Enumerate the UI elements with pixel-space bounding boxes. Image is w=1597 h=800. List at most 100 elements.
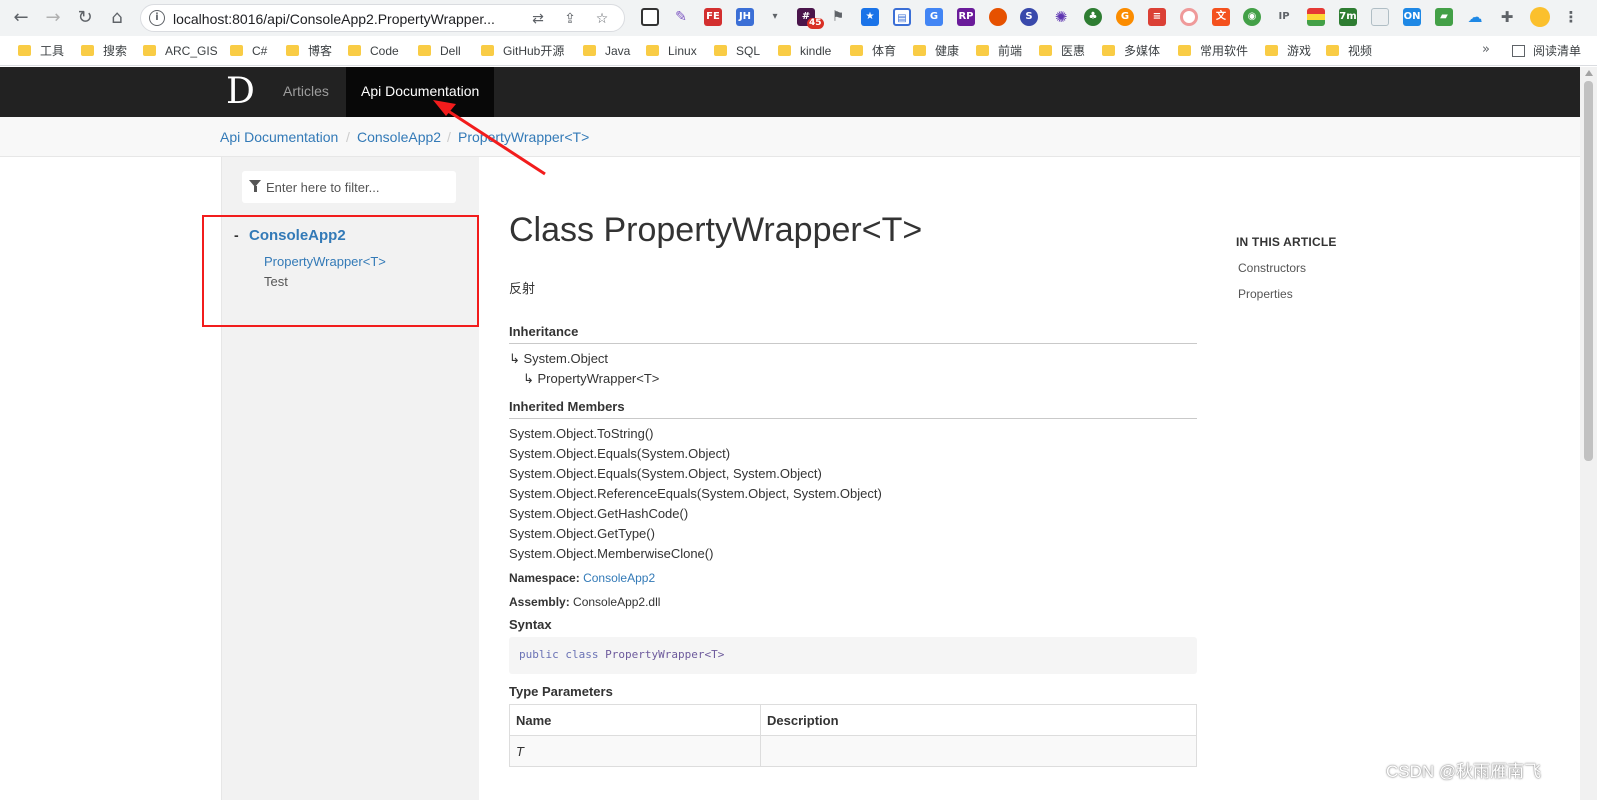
ip-icon[interactable]: IP xyxy=(1275,8,1293,26)
bookmark-folder[interactable]: Dell xyxy=(418,42,461,60)
gear-ext-icon[interactable]: ✺ xyxy=(1052,8,1070,26)
syntax-code-block: public class PropertyWrapper<T> xyxy=(509,637,1197,674)
assembly-label: Assembly: xyxy=(509,595,570,609)
tab-icon[interactable]: ▤ xyxy=(893,8,911,26)
toc-filter-input[interactable] xyxy=(266,171,452,203)
bookmark-folder[interactable]: GitHub开源 xyxy=(481,42,564,60)
bookmark-folder[interactable]: 游戏 xyxy=(1265,42,1311,60)
breadcrumb-api-documentation[interactable]: Api Documentation xyxy=(220,129,338,145)
folder-icon xyxy=(646,45,659,56)
table-header-description: Description xyxy=(760,704,1197,736)
reading-list-button[interactable]: 阅读清单 xyxy=(1512,42,1581,59)
folder-icon xyxy=(850,45,863,56)
breadcrumb-propertywrapper[interactable]: PropertyWrapper<T> xyxy=(458,129,589,145)
puzzle-icon[interactable]: ✚ xyxy=(1498,8,1516,26)
menu-icon[interactable]: ⋮ xyxy=(1562,8,1580,26)
bookmark-folder[interactable]: 多媒体 xyxy=(1102,42,1160,60)
reading-list-icon xyxy=(1512,45,1525,57)
bookmark-folder[interactable]: 工具 xyxy=(18,42,64,60)
scroll-up-icon[interactable] xyxy=(1585,70,1593,76)
s-icon[interactable]: S xyxy=(1020,8,1038,26)
translate-page-icon[interactable]: ⇄ xyxy=(529,10,547,28)
top-navbar: D Articles Api Documentation xyxy=(0,67,1580,117)
folder-icon xyxy=(913,45,926,56)
type-parameters-table: Name Description T xyxy=(509,704,1197,767)
breadcrumb-consoleapp2[interactable]: ConsoleApp2 xyxy=(357,129,441,145)
site-info-icon[interactable]: i xyxy=(149,10,165,26)
bookmark-folder[interactable]: 搜索 xyxy=(81,42,127,60)
quill-icon[interactable]: ✎ xyxy=(672,8,690,26)
inherited-member: System.Object.GetType() xyxy=(509,526,655,541)
breadcrumb-separator: / xyxy=(447,129,451,145)
table-row: T xyxy=(509,735,1197,767)
affix-link-properties[interactable]: Properties xyxy=(1238,287,1293,301)
g-icon[interactable]: G xyxy=(1116,8,1134,26)
bookmark-folder[interactable]: 视频 xyxy=(1326,42,1372,60)
forward-icon[interactable]: → xyxy=(41,6,65,30)
page-scrollbar[interactable] xyxy=(1580,67,1597,800)
todo-icon[interactable]: ≡ xyxy=(1148,8,1166,26)
bookmark-star-icon[interactable]: ☆ xyxy=(593,10,611,28)
nav-api-documentation-link[interactable]: Api Documentation xyxy=(346,67,495,117)
bookmark-label: 健康 xyxy=(935,44,960,58)
jh-icon[interactable]: JH xyxy=(736,8,754,26)
class-summary: 反射 xyxy=(509,281,536,296)
bookmark-folder[interactable]: kindle xyxy=(778,42,831,60)
bookmark-folder[interactable]: Linux xyxy=(646,42,697,60)
cloud-icon[interactable]: ☁ xyxy=(1466,8,1484,26)
bookmark-folder[interactable]: 常用软件 xyxy=(1178,42,1248,60)
flag-icon[interactable]: ▰ xyxy=(1435,8,1453,26)
url-text[interactable]: localhost:8016/api/ConsoleApp2.PropertyW… xyxy=(173,11,495,27)
bookmark-folder[interactable]: 健康 xyxy=(913,42,959,60)
bookmark-folder[interactable]: 博客 xyxy=(286,42,332,60)
inherited-member: System.Object.ReferenceEquals(System.Obj… xyxy=(509,486,882,501)
home-icon[interactable]: ⌂ xyxy=(105,6,129,30)
docfx-logo[interactable]: D xyxy=(226,73,255,111)
share-icon[interactable]: ⇪ xyxy=(561,10,579,28)
address-bar[interactable]: i localhost:8016/api/ConsoleApp2.Propert… xyxy=(140,4,625,32)
affix-link-constructors[interactable]: Constructors xyxy=(1238,261,1306,275)
inheritance-item: ↳ System.Object xyxy=(509,351,609,366)
bookmark-label: 搜索 xyxy=(103,44,128,58)
scroll-thumb[interactable] xyxy=(1584,81,1593,461)
divider xyxy=(509,343,1197,344)
timer-icon[interactable]: 7m xyxy=(1339,8,1357,26)
csdn-watermark: CSDN @秋雨雁南飞 xyxy=(1386,762,1542,781)
folder-icon xyxy=(348,45,361,56)
qr-icon[interactable] xyxy=(641,8,659,26)
monitor-icon[interactable] xyxy=(1371,8,1389,26)
bookmark-folder[interactable]: 体育 xyxy=(850,42,896,60)
star-ext-icon[interactable]: ★ xyxy=(861,8,879,26)
ya-icon[interactable]: 文 xyxy=(1212,8,1230,26)
bookmark-icon[interactable]: ⚑ xyxy=(829,8,847,26)
bookmark-label: Java xyxy=(605,44,631,58)
rp-icon[interactable]: RP xyxy=(957,8,975,26)
color-icon[interactable] xyxy=(1307,8,1325,26)
more-bookmarks-icon[interactable]: » xyxy=(1482,42,1490,57)
bookmark-folder[interactable]: 医惠 xyxy=(1039,42,1085,60)
profile-icon[interactable] xyxy=(1530,7,1550,27)
nav-articles-link[interactable]: Articles xyxy=(283,83,329,99)
bookmark-folder[interactable]: C# xyxy=(230,42,267,60)
circle-icon[interactable] xyxy=(1180,8,1198,26)
code-class-name: PropertyWrapper<T> xyxy=(605,648,725,661)
translate-icon[interactable]: G xyxy=(925,8,943,26)
namespace-link[interactable]: ConsoleApp2 xyxy=(583,571,655,585)
bookmark-folder[interactable]: Java xyxy=(583,42,630,60)
bookmarks-bar: 工具 搜索 ARC_GIS C# 博客 Code Dell GitHub开源 J… xyxy=(0,36,1597,66)
divider xyxy=(509,418,1197,419)
bookmark-folder[interactable]: 前端 xyxy=(976,42,1022,60)
firefox-icon[interactable] xyxy=(989,8,1007,26)
bookmark-folder[interactable]: Code xyxy=(348,42,399,60)
bookmark-folder[interactable]: ARC_GIS xyxy=(143,42,218,60)
back-icon[interactable]: ← xyxy=(9,6,33,30)
fe-icon[interactable]: FE xyxy=(704,8,722,26)
dropdown-icon[interactable]: ▾ xyxy=(766,8,784,26)
slack-icon[interactable]: #45 xyxy=(797,8,824,29)
slack-badge: 45 xyxy=(807,18,824,29)
leaf-icon[interactable]: ♣ xyxy=(1084,8,1102,26)
globe-icon[interactable]: ◉ xyxy=(1243,8,1261,26)
reload-icon[interactable]: ↻ xyxy=(73,6,97,30)
on-icon[interactable]: ON xyxy=(1403,8,1421,26)
bookmark-folder[interactable]: SQL xyxy=(714,42,760,60)
